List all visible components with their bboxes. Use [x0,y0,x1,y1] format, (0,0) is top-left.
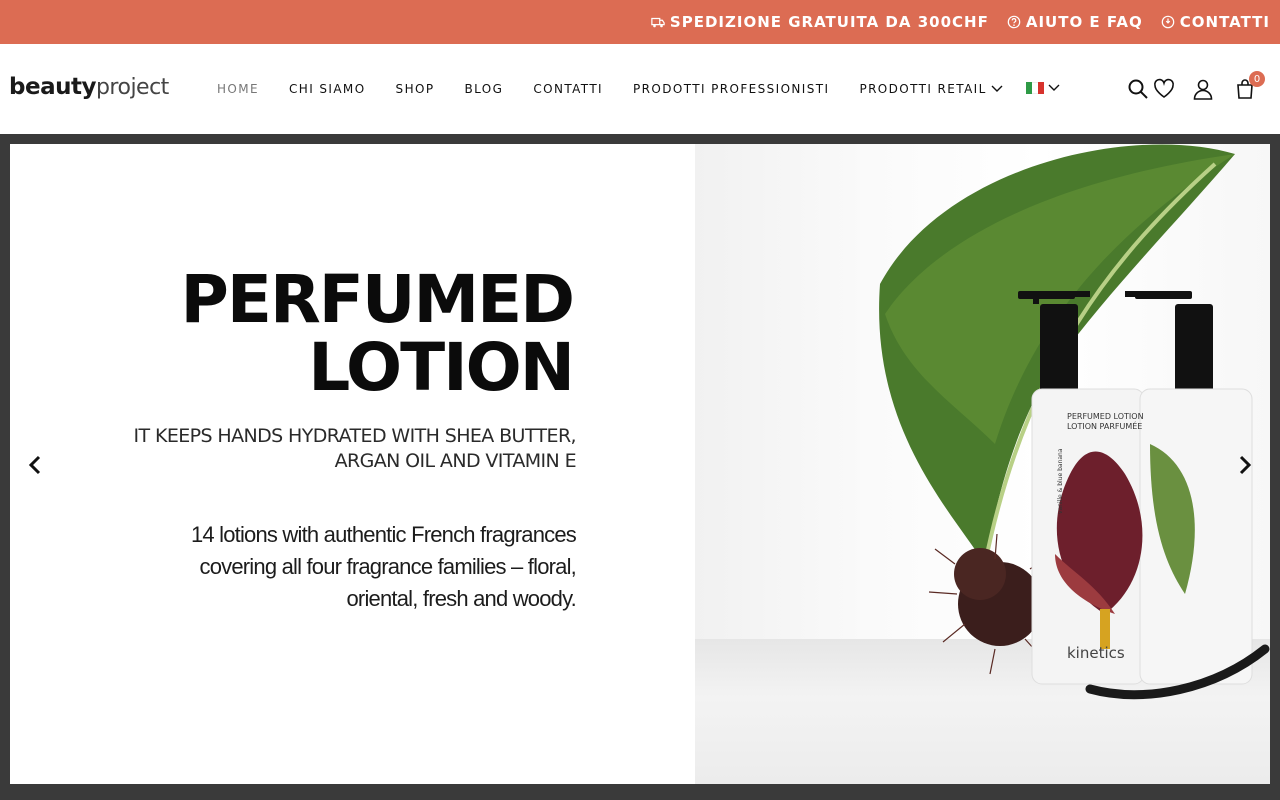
hero-subtitle: IT KEEPS HANDS HYDRATED WITH SHEA BUTTER… [56,424,577,474]
nav-about[interactable]: CHI SIAMO [289,82,366,96]
contacts-top-link[interactable]: CONTATTI [1161,13,1270,31]
help-faq-label: AIUTO E FAQ [1025,13,1143,31]
free-shipping-label: SPEDIZIONE GRATUITA DA 300CHF [669,13,989,31]
logo-light-text: project [95,75,169,100]
chevron-down-icon [991,85,1003,92]
logo-bold-text: beauty [9,74,96,100]
top-announcement-bar: SPEDIZIONE GRATUITA DA 300CHF AIUTO E FA… [0,0,1280,44]
bottle-brand: kinetics [1067,644,1125,662]
product-illustration [879,144,1270,700]
slider-prev-button[interactable] [20,450,50,480]
hero-subtitle-line1: IT KEEPS HANDS HYDRATED WITH SHEA BUTTER… [133,425,577,447]
nav-contacts[interactable]: CONTATTI [533,82,603,96]
chevron-left-icon [28,455,41,475]
help-faq-link[interactable]: AIUTO E FAQ [1007,13,1143,31]
hero-product-image: PERFUMED LOTION LOTION PARFUMÉE vanille … [695,144,1270,784]
nav-pro-products[interactable]: PRODOTTI PROFESSIONISTI [633,82,829,96]
wishlist-heart-icon[interactable] [1153,78,1175,100]
nav-home[interactable]: HOME [217,82,259,96]
nav-retail-products[interactable]: PRODOTTI RETAIL [859,82,1003,96]
nav-retail-label: PRODOTTI RETAIL [859,82,987,96]
slider-next-button[interactable] [1230,450,1260,480]
chevron-down-icon [1048,84,1060,91]
truck-icon [651,17,665,28]
contact-icon [1161,15,1175,29]
hero-desc-line1: 14 lotions with authentic French fragran… [190,522,577,547]
main-navigation: HOME CHI SIAMO SHOP BLOG CONTATTI PRODOT… [217,82,1003,96]
cart-count-badge: 0 [1249,71,1265,87]
bottle-label-line2: LOTION PARFUMÉE [1067,422,1143,431]
hero-slider: PERFUMED LOTION LOTION PARFUMÉE vanille … [10,144,1270,784]
hero-desc-line2: covering all four fragrance families – f… [199,554,577,579]
header-actions: 0 [1127,71,1265,100]
language-selector[interactable] [1026,82,1060,94]
hero-title: PERFUMED LOTION [180,261,575,406]
nav-blog[interactable]: BLOG [464,82,503,96]
hero-description: 14 lotions with authentic French fragran… [116,519,577,615]
bottle-label: PERFUMED LOTION LOTION PARFUMÉE [1067,412,1144,432]
search-icon[interactable] [1127,78,1149,100]
nav-shop[interactable]: SHOP [396,82,435,96]
hero-desc-line3: oriental, fresh and woody. [346,586,577,611]
brand-logo[interactable]: beautyproject [9,74,169,100]
cart-bag-icon[interactable]: 0 [1234,71,1265,100]
contacts-top-label: CONTATTI [1179,13,1270,31]
italy-flag-icon [1026,82,1044,94]
bottle-scent: vanille & blue banana [1057,448,1064,514]
hero-title-line1: PERFUMED [180,261,575,338]
hero-title-line2: LOTION [308,329,575,406]
bottle-label-line1: PERFUMED LOTION [1067,412,1144,421]
question-icon [1007,15,1021,29]
hero-subtitle-line2: ARGAN OIL AND VITAMIN E [334,450,577,472]
account-user-icon[interactable] [1192,78,1214,100]
chevron-right-icon [1239,455,1252,475]
site-header: beautyproject HOME CHI SIAMO SHOP BLOG C… [0,44,1280,134]
free-shipping-link[interactable]: SPEDIZIONE GRATUITA DA 300CHF [651,13,989,31]
